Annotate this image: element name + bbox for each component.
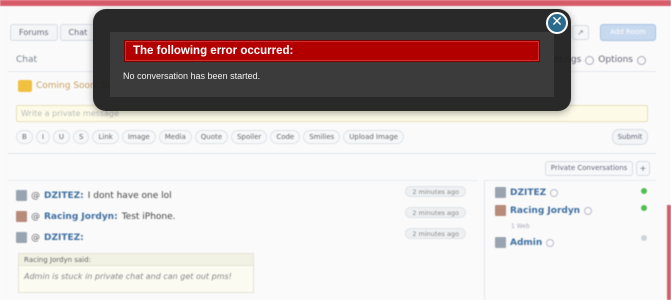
toolbar-link-button[interactable]: Link <box>92 130 119 144</box>
breadcrumb-item-forums[interactable]: Forums <box>10 24 58 41</box>
quote-block: Racing Jordyn said: Admin is stuck in pr… <box>18 253 254 293</box>
error-dialog-content: The following error occurred: No convers… <box>110 32 554 97</box>
tab-private-conversations[interactable]: Private Conversations <box>545 161 633 176</box>
message-timestamp: 2 minutes ago <box>405 228 466 239</box>
toolbar-code-button[interactable]: Code <box>270 130 301 144</box>
list-item: @ DZITEZ: <box>16 232 88 243</box>
toolbar-media-button[interactable]: Media <box>158 130 192 144</box>
error-dialog: The following error occurred: No convers… <box>93 9 571 111</box>
editor-toolbar: B I U S Link Image Media Quote Spoiler C… <box>16 130 404 144</box>
toolbar-bold-button[interactable]: B <box>16 130 33 144</box>
avatar[interactable] <box>16 232 27 243</box>
at-symbol: @ <box>31 232 40 243</box>
message-user[interactable]: Racing Jordyn: <box>44 212 118 222</box>
online-status-dot <box>641 188 647 194</box>
breadcrumb-item-chat[interactable]: Chat <box>59 24 97 41</box>
chat-title: Chat <box>16 55 38 65</box>
side-accent-bar <box>667 205 671 300</box>
toolbar-quote-button[interactable]: Quote <box>194 130 229 144</box>
chevron-down-icon[interactable] <box>550 188 559 197</box>
user-device: 1 Web <box>511 223 530 230</box>
options-link[interactable]: Options <box>598 55 633 65</box>
avatar <box>495 237 506 248</box>
toolbar-strike-button[interactable]: S <box>73 130 90 144</box>
toolbar-underline-button[interactable]: U <box>52 130 71 144</box>
megaphone-icon <box>18 80 32 92</box>
external-link-icon[interactable]: ↗ <box>572 25 589 40</box>
chevron-down-icon[interactable] <box>584 206 593 215</box>
avatar <box>495 205 506 216</box>
toolbar-upload-image-button[interactable]: Upload Image <box>343 130 404 144</box>
error-title-bar: The following error occurred: <box>124 40 540 62</box>
error-title: The following error occurred: <box>133 45 294 57</box>
list-item: @ DZITEZ: I dont have one lol <box>16 190 172 201</box>
message-timestamp: 2 minutes ago <box>405 186 466 197</box>
list-item[interactable]: Admin <box>495 237 555 248</box>
add-conversation-button[interactable]: + <box>636 161 650 176</box>
quote-header: Racing Jordyn said: <box>19 254 253 266</box>
message-user[interactable]: DZITEZ: <box>44 191 84 201</box>
breadcrumb: Forums Chat <box>10 24 97 41</box>
chevron-down-icon[interactable] <box>585 55 595 65</box>
online-users-panel: DZITEZ Racing Jordyn 1 Web Admin <box>484 180 656 300</box>
user-name[interactable]: Admin <box>510 238 542 248</box>
divider <box>8 153 656 154</box>
quote-body: Admin is stuck in private chat and can g… <box>24 272 232 281</box>
chevron-down-icon[interactable] <box>637 55 646 65</box>
top-accent-bar <box>0 0 671 6</box>
error-message: No conversation has been started. <box>123 71 261 81</box>
submit-button[interactable]: Submit <box>612 129 648 145</box>
message-timestamp: 2 minutes ago <box>405 207 466 218</box>
close-icon[interactable]: ✕ <box>546 12 568 34</box>
message-list: @ DZITEZ: I dont have one lol 2 minutes … <box>8 180 478 300</box>
toolbar-italic-button[interactable]: I <box>35 130 50 144</box>
message-text: Test iPhone. <box>121 211 176 222</box>
add-room-button[interactable]: Add Room <box>600 24 656 41</box>
online-status-dot <box>641 205 647 211</box>
avatar <box>495 187 506 198</box>
message-user[interactable]: DZITEZ: <box>44 233 84 243</box>
list-item[interactable]: Racing Jordyn <box>495 205 593 216</box>
list-item: @ Racing Jordyn: Test iPhone. <box>16 211 176 222</box>
chevron-down-icon[interactable] <box>546 238 555 247</box>
toolbar-image-button[interactable]: Image <box>121 130 156 144</box>
message-text: I dont have one lol <box>87 190 172 201</box>
offline-status-dot <box>641 235 647 241</box>
avatar[interactable] <box>16 190 27 201</box>
list-item[interactable]: DZITEZ <box>495 187 559 198</box>
at-symbol: @ <box>31 190 40 201</box>
user-name[interactable]: Racing Jordyn <box>510 206 580 216</box>
avatar[interactable] <box>16 211 27 222</box>
toolbar-spoiler-button[interactable]: Spoiler <box>231 130 268 144</box>
user-name[interactable]: DZITEZ <box>510 188 546 198</box>
at-symbol: @ <box>31 211 40 222</box>
toolbar-smilies-button[interactable]: Smilies <box>303 130 341 144</box>
